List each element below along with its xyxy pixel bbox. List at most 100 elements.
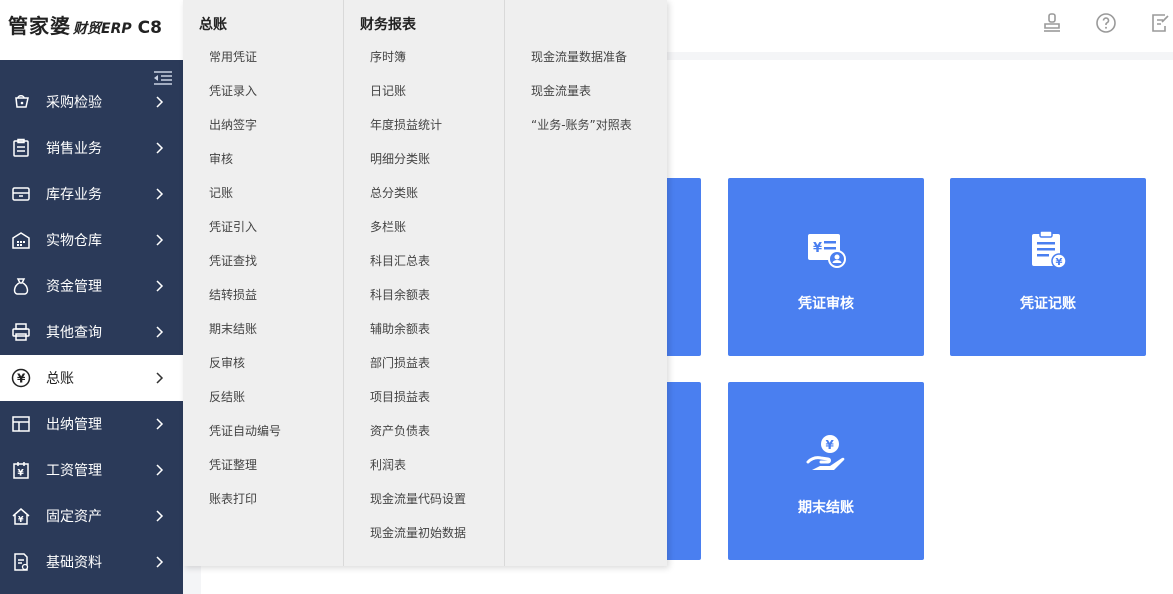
warehouse-icon xyxy=(10,229,32,251)
dropdown-menu-item[interactable]: 现金流量代码设置 xyxy=(344,482,504,516)
dropdown-menu-item[interactable]: 辅助余额表 xyxy=(344,312,504,346)
chevron-right-icon xyxy=(151,142,169,154)
dropdown-menu-item[interactable]: 明细分类账 xyxy=(344,142,504,176)
dropdown-menu-item[interactable]: 现金流量数据准备 xyxy=(505,40,667,74)
dropdown-menu-item[interactable]: 账表打印 xyxy=(183,482,343,516)
edit-icon[interactable] xyxy=(1147,10,1173,36)
sidebar-item-label: 库存业务 xyxy=(46,187,102,203)
sidebar-item-cashier[interactable]: 出纳管理 xyxy=(0,401,183,447)
sidebar-item-fixed-assets[interactable]: ¥ 固定资产 xyxy=(0,493,183,539)
inbox-icon xyxy=(10,183,32,205)
dropdown-column-title: 总账 xyxy=(199,17,227,33)
dropdown-menu-item[interactable]: 结转损益 xyxy=(183,278,343,312)
voucher-review-icon: ¥ xyxy=(804,228,848,272)
chevron-right-icon xyxy=(151,464,169,476)
chevron-right-icon xyxy=(151,326,169,338)
dropdown-menu-item[interactable]: 期末结账 xyxy=(183,312,343,346)
yen-circle-icon: ¥ xyxy=(10,367,32,389)
sidebar-item-label: 工资管理 xyxy=(46,463,102,479)
sidebar-item-label: 总账 xyxy=(46,371,74,387)
tile-label: 凭证审核 xyxy=(798,296,854,312)
tile-period-close[interactable]: ¥ 期末结账 xyxy=(728,382,924,560)
chevron-right-icon xyxy=(151,96,169,108)
house-icon: ¥ xyxy=(10,505,32,527)
logo-sub: 财贸ERP xyxy=(73,21,132,37)
dropdown-menu-item[interactable]: 常用凭证 xyxy=(183,40,343,74)
period-close-icon: ¥ xyxy=(804,432,848,476)
dropdown-list: 常用凭证 凭证录入 出纳签字 审核 记账 凭证引入 凭证查找 结转损益 期末结账 反审核 反结账 凭证… xyxy=(183,40,343,516)
stamp-icon[interactable] xyxy=(1039,10,1065,36)
dropdown-menu-item[interactable]: 审核 xyxy=(183,142,343,176)
dropdown-menu-item[interactable]: 年度损益统计 xyxy=(344,108,504,142)
dropdown-menu-item[interactable]: 利润表 xyxy=(344,448,504,482)
svg-text:¥: ¥ xyxy=(18,515,24,524)
dropdown-menu-item[interactable]: 项目损益表 xyxy=(344,380,504,414)
sidebar-item-other-query[interactable]: 其他查询 xyxy=(0,309,183,355)
svg-text:¥: ¥ xyxy=(1056,257,1063,268)
sidebar-item-label: 销售业务 xyxy=(46,141,102,157)
dropdown-menu-item[interactable]: 序时簿 xyxy=(344,40,504,74)
sidebar-item-label: 基础资料 xyxy=(46,555,102,571)
sidebar-item-label: 采购检验 xyxy=(46,95,102,111)
sidebar-item-basic-data[interactable]: 基础资料 xyxy=(0,539,183,585)
dropdown-menu-item[interactable]: 日记账 xyxy=(344,74,504,108)
dropdown-column-title: 财务报表 xyxy=(360,17,416,33)
dropdown-menu-item[interactable]: 反审核 xyxy=(183,346,343,380)
sidebar-item-label: 其他查询 xyxy=(46,325,102,341)
sidebar-item-payroll[interactable]: ¥ 工资管理 xyxy=(0,447,183,493)
chevron-right-icon xyxy=(151,510,169,522)
dropdown-menu-item[interactable]: 科目汇总表 xyxy=(344,244,504,278)
header-icons xyxy=(1011,10,1173,36)
salary-icon: ¥ xyxy=(10,459,32,481)
tile-voucher-review[interactable]: ¥ 凭证审核 xyxy=(728,178,924,356)
dropdown-menu-item[interactable]: 总分类账 xyxy=(344,176,504,210)
dropdown-menu-item[interactable]: 部门损益表 xyxy=(344,346,504,380)
chevron-right-icon xyxy=(151,556,169,568)
sidebar-item-sales[interactable]: 销售业务 xyxy=(0,125,183,171)
dropdown-column-cash-flow: 现金流量数据准备 现金流量表 “业务-账务”对照表 xyxy=(505,0,667,566)
clipboard-icon xyxy=(10,137,32,159)
dropdown-menu-item[interactable]: 现金流量表 xyxy=(505,74,667,108)
logo-brand: 管家婆 xyxy=(8,14,71,38)
svg-text:¥: ¥ xyxy=(813,241,822,256)
dropdown-menu-item[interactable]: “业务-账务”对照表 xyxy=(505,108,667,142)
sidebar-item-label: 资金管理 xyxy=(46,279,102,295)
layout-icon xyxy=(10,413,32,435)
tile-voucher-post[interactable]: ¥ 凭证记账 xyxy=(950,178,1146,356)
document-icon xyxy=(10,551,32,573)
svg-text:¥: ¥ xyxy=(17,372,26,386)
chevron-right-icon xyxy=(151,280,169,292)
dropdown-menu-item[interactable]: 现金流量初始数据 xyxy=(344,516,504,550)
dropdown-menu-item[interactable]: 记账 xyxy=(183,176,343,210)
dropdown-menu-item[interactable]: 出纳签字 xyxy=(183,108,343,142)
dropdown-menu-item[interactable]: 凭证引入 xyxy=(183,210,343,244)
printer-icon xyxy=(10,321,32,343)
dropdown-menu-item[interactable]: 凭证整理 xyxy=(183,448,343,482)
sidebar-item-general-ledger[interactable]: ¥ 总账 xyxy=(0,355,183,401)
sidebar-item-warehouse[interactable]: 实物仓库 xyxy=(0,217,183,263)
sidebar-item-label: 出纳管理 xyxy=(46,417,102,433)
chevron-right-icon xyxy=(151,188,169,200)
cart-icon xyxy=(10,91,32,113)
dropdown-menu-item[interactable]: 科目余额表 xyxy=(344,278,504,312)
dropdown-menu-item[interactable]: 多栏账 xyxy=(344,210,504,244)
tile-label: 期末结账 xyxy=(798,500,854,516)
dropdown-list: 现金流量数据准备 现金流量表 “业务-账务”对照表 xyxy=(505,40,667,142)
dropdown-menu-item[interactable]: 资产负债表 xyxy=(344,414,504,448)
sidebar-item-label: 固定资产 xyxy=(46,509,102,525)
help-icon[interactable] xyxy=(1093,10,1119,36)
dropdown-menu-item[interactable]: 凭证自动编号 xyxy=(183,414,343,448)
sidebar-item-funds[interactable]: 资金管理 xyxy=(0,263,183,309)
sidebar-item-purchase[interactable]: 采购检验 xyxy=(0,79,183,125)
app-logo: 管家婆 财贸ERP C8 xyxy=(8,10,162,39)
general-ledger-dropdown: 总账 常用凭证 凭证录入 出纳签字 审核 记账 凭证引入 凭证查找 结转损益 期末结账 反审核 反结… xyxy=(183,0,667,566)
dropdown-menu-item[interactable]: 凭证查找 xyxy=(183,244,343,278)
dropdown-menu-item[interactable]: 凭证录入 xyxy=(183,74,343,108)
svg-text:¥: ¥ xyxy=(18,469,25,479)
svg-text:¥: ¥ xyxy=(826,438,835,452)
chevron-right-icon xyxy=(151,234,169,246)
sidebar-item-inventory[interactable]: 库存业务 xyxy=(0,171,183,217)
chevron-right-icon xyxy=(151,418,169,430)
sidebar-menu: 采购检验 销售业务 库存业务 实物仓库 资金管理 其他查询 ¥ 总账 出纳管理 … xyxy=(0,79,183,585)
dropdown-menu-item[interactable]: 反结账 xyxy=(183,380,343,414)
